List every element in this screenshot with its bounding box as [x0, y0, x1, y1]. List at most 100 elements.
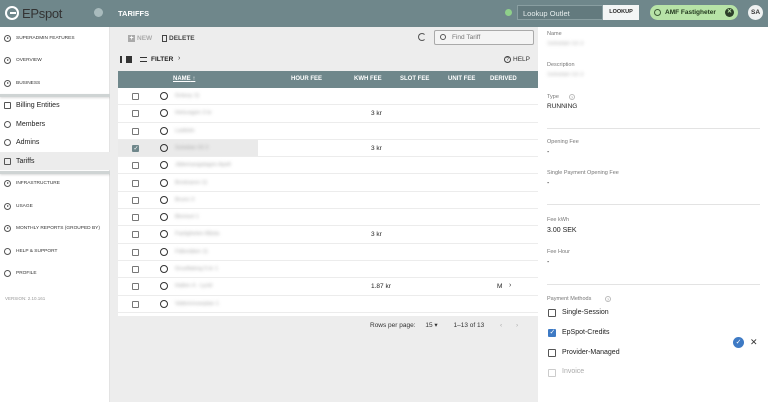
table-row[interactable]: Fastigheten Båsta 3 kr: [118, 226, 538, 244]
sidebar-item-billing-entities[interactable]: Billing Entities: [0, 99, 110, 111]
table-row[interactable]: Fällorätten 11: [118, 244, 538, 261]
confirm-button[interactable]: ✓: [733, 337, 744, 348]
columns-icon[interactable]: [120, 56, 132, 63]
sidebar-item-overview[interactable]: OVERVIEW: [0, 55, 110, 65]
rows-per-page-select[interactable]: 15 ▾: [425, 322, 437, 329]
delete-button[interactable]: DELETE: [162, 35, 195, 42]
chevron-right-icon[interactable]: ›: [178, 55, 180, 62]
admins-icon: [4, 138, 11, 146]
sidebar-label: USAGE: [16, 203, 33, 209]
search-icon: [440, 34, 446, 40]
chevron-right-icon[interactable]: ›: [509, 282, 511, 289]
table-row[interactable]: Grusflaking 5 kr 1: [118, 261, 538, 279]
row-checkbox[interactable]: [132, 231, 139, 239]
refresh-icon[interactable]: [418, 33, 426, 41]
row-name: Brunn 3: [175, 196, 195, 203]
building-icon: [654, 9, 661, 16]
sidebar-item-infrastructure[interactable]: INFRASTRUCTURE: [0, 178, 110, 188]
next-page-icon[interactable]: ›: [516, 322, 518, 329]
brand[interactable]: EPspot: [5, 5, 62, 21]
provider-managed-checkbox[interactable]: [548, 349, 556, 357]
sidebar-item-tariffs[interactable]: Tariffs: [0, 152, 110, 170]
prev-page-icon[interactable]: ‹: [500, 322, 502, 329]
single-opening-fee-value: -: [547, 180, 550, 187]
description-value[interactable]: Solsidan 03 3: [547, 72, 583, 78]
row-checkbox[interactable]: [132, 162, 139, 170]
row-checkbox[interactable]: [132, 93, 139, 100]
lookup-outlet-input[interactable]: Lookup Outlet: [517, 5, 603, 20]
invoice-checkbox: [548, 369, 556, 377]
delete-label: DELETE: [169, 35, 195, 42]
column-kwh-fee[interactable]: KWH FEE: [354, 76, 382, 82]
help-icon: [4, 247, 11, 255]
version-label: VERSION: 2.10.161: [5, 296, 46, 301]
page-range: 1–13 of 13: [453, 322, 485, 329]
expand-icon: [4, 79, 11, 87]
single-session-checkbox[interactable]: [548, 309, 556, 317]
expand-icon: [4, 34, 11, 42]
clock-icon: [160, 213, 168, 222]
trash-icon: [162, 35, 167, 42]
column-hour-fee[interactable]: HOUR FEE: [291, 76, 322, 82]
table-row[interactable]: Brunn 3: [118, 192, 538, 210]
help-button[interactable]: ? HELP: [504, 56, 530, 63]
filter-button[interactable]: FILTER: [151, 56, 173, 63]
table-row[interactable]: Solsidan 03 3 3 kr: [118, 139, 538, 158]
table-row[interactable]: Laddstn: [118, 123, 538, 140]
profile-icon: [4, 269, 11, 277]
row-checkbox[interactable]: [132, 179, 139, 187]
expand-icon: [4, 224, 11, 232]
sidebar-item-help[interactable]: HELP & SUPPORT: [0, 246, 110, 256]
clock-icon: [160, 126, 168, 135]
sidebar-item-admins[interactable]: Admins: [0, 136, 110, 148]
sidebar-item-monthly-reports[interactable]: MONTHLY REPORTS (GROUPED BY): [0, 223, 110, 233]
row-name: Fastigheten Båsta: [175, 231, 220, 238]
new-button[interactable]: + NEW: [128, 35, 152, 42]
search-input[interactable]: Find Tariff: [434, 30, 534, 45]
row-checkbox[interactable]: [132, 266, 139, 273]
sidebar-label: Tariffs: [16, 157, 35, 165]
outlet-chip-label: AMF Fastigheter: [665, 9, 716, 16]
sidebar-item-members[interactable]: Members: [0, 118, 110, 130]
row-checkbox[interactable]: [132, 144, 139, 152]
column-derived[interactable]: DERIVED: [490, 76, 517, 82]
table-row[interactable]: Vattenmoseplan 1: [118, 296, 538, 313]
row-checkbox[interactable]: [132, 283, 139, 291]
table-row[interactable]: Blomsvl 1: [118, 209, 538, 227]
chip-close-icon[interactable]: ✕: [725, 8, 734, 17]
expand-icon: [4, 179, 11, 187]
avatar[interactable]: SA: [748, 5, 763, 20]
column-unit-fee[interactable]: UNIT FEE: [448, 76, 475, 82]
sidebar-item-superadmin[interactable]: SUPERADMIN FEATURES: [0, 33, 110, 43]
description-label: Description: [547, 62, 575, 68]
name-label: Name: [547, 31, 562, 37]
row-kwh-fee: 3 kr: [371, 110, 382, 118]
cancel-icon[interactable]: ✕: [750, 337, 758, 348]
row-checkbox[interactable]: [132, 214, 139, 222]
column-slot-fee[interactable]: SLOT FEE: [400, 76, 429, 82]
epspot-credits-checkbox[interactable]: [548, 328, 556, 337]
expand-icon: [4, 202, 11, 210]
table-row[interactable]: Bredvaren 11: [118, 175, 538, 192]
sidebar-item-profile[interactable]: PROFILE: [0, 268, 110, 278]
filter-icon[interactable]: [140, 57, 147, 62]
row-checkbox[interactable]: [132, 248, 139, 256]
table-row[interactable]: Jättemangalagen Apell: [118, 157, 538, 175]
table-row[interactable]: Grävsy 11: [118, 88, 538, 106]
row-name: Solsidan 03 3: [175, 144, 209, 151]
row-checkbox[interactable]: [132, 300, 139, 308]
row-checkbox[interactable]: [132, 127, 139, 135]
sidebar-item-business[interactable]: BUSINESS: [0, 78, 110, 88]
info-icon[interactable]: ?: [605, 296, 611, 302]
outlet-chip[interactable]: AMF Fastigheter ✕: [650, 5, 738, 20]
lookup-button[interactable]: LOOKUP: [603, 5, 639, 20]
table-row[interactable]: Hallen 4 - Lyckl 1.87 kr M ›: [118, 278, 538, 296]
row-checkbox[interactable]: [132, 110, 139, 118]
collapse-sidebar-button[interactable]: [94, 8, 103, 17]
name-value[interactable]: Solsidan 03 3: [547, 41, 583, 47]
sidebar-item-usage[interactable]: USAGE: [0, 201, 110, 211]
column-name[interactable]: NAME ↑: [173, 76, 195, 82]
table-row[interactable]: Helsvagen 3 kr 3 kr: [118, 105, 538, 123]
info-icon[interactable]: ?: [569, 94, 575, 100]
row-checkbox[interactable]: [132, 196, 139, 204]
